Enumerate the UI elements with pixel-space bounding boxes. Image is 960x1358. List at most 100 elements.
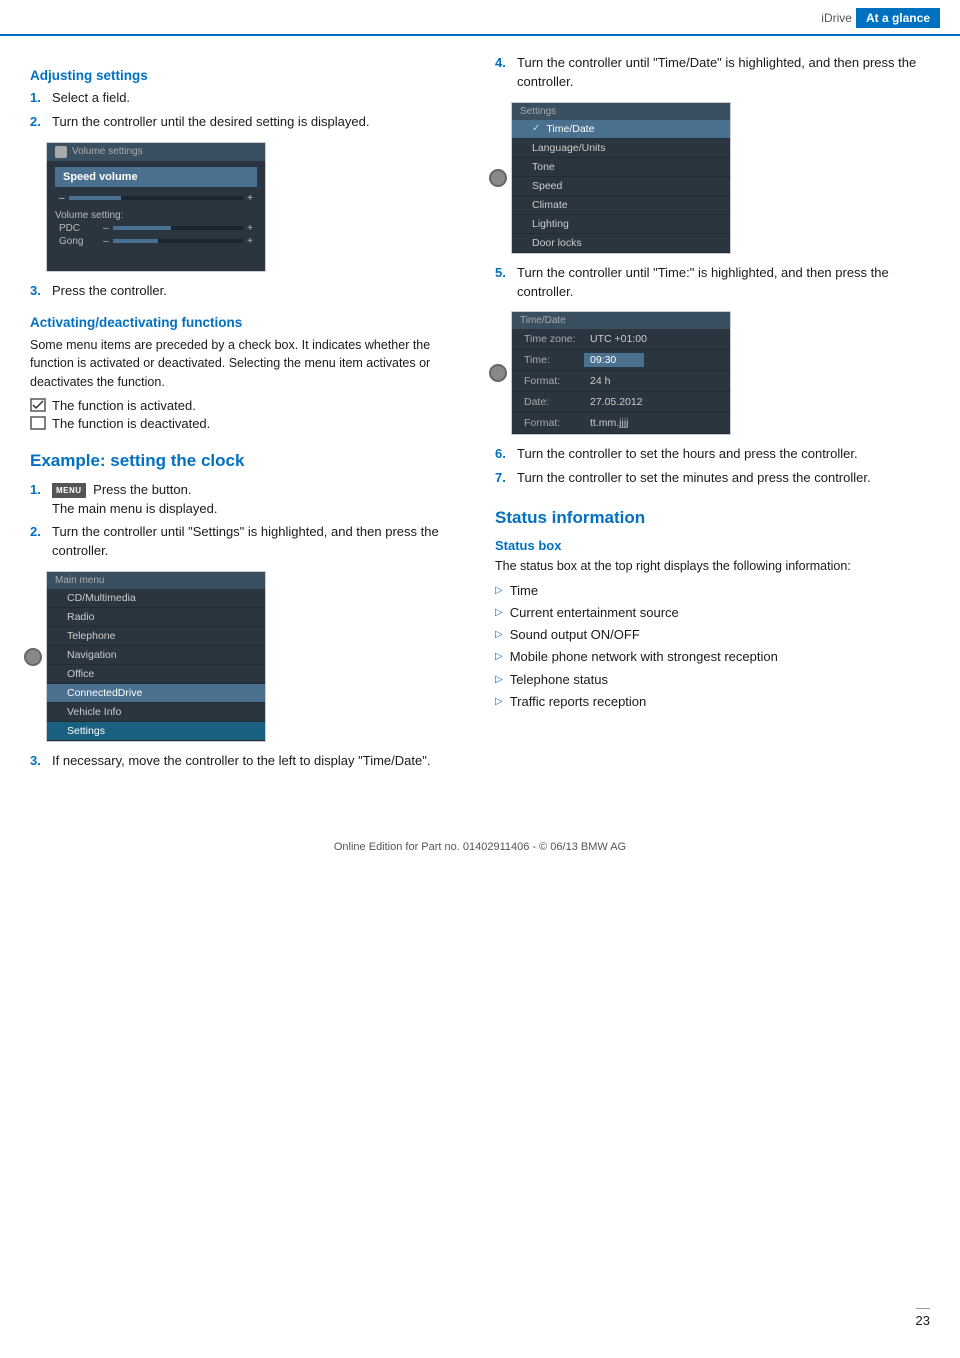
status-info-title: Status information: [495, 508, 930, 528]
status-item-4: ▷ Telephone status: [495, 671, 930, 689]
menu-item-3: Navigation: [47, 646, 265, 665]
status-info-section: Status information Status box The status…: [495, 508, 930, 711]
right-step-5-text: Turn the controller until "Time:" is hig…: [517, 264, 930, 302]
format2-value: tt.mm.jjjj: [584, 416, 644, 430]
vol-screen-wrapper: Volume settings Speed volume – + Volume …: [46, 142, 465, 272]
triangle-icon-4: ▷: [495, 673, 503, 687]
slider-plus: +: [247, 193, 253, 204]
example-step-3: 3. If necessary, move the controller to …: [30, 752, 465, 771]
step-2-num: 2.: [30, 113, 48, 132]
status-item-4-text: Telephone status: [510, 671, 608, 689]
settings-title: Settings: [520, 106, 556, 117]
slider-fill: [69, 196, 121, 200]
menu-item-6: Vehicle Info: [47, 703, 265, 722]
main-menu-screen-wrapper: Main menu CD/Multimedia Radio Telephone …: [46, 571, 465, 742]
gong-slider: [113, 239, 244, 243]
date-value: 27.05.2012: [584, 395, 649, 409]
status-item-2: ▷ Sound output ON/OFF: [495, 626, 930, 644]
right-step-4-text: Turn the controller until "Time/Date" is…: [517, 54, 930, 92]
time-value: 09:30: [584, 353, 644, 367]
right-step-7-text: Turn the controller to set the minutes a…: [517, 469, 930, 488]
right-step-5: 5. Turn the controller until "Time:" is …: [495, 264, 930, 302]
status-item-3: ▷ Mobile phone network with strongest re…: [495, 648, 930, 666]
example-step-2: 2. Turn the controller until "Settings" …: [30, 523, 465, 561]
vol-screen-title: Volume settings: [72, 146, 143, 157]
menu-item-4: Office: [47, 665, 265, 684]
status-items-list: ▷ Time ▷ Current entertainment source ▷ …: [495, 582, 930, 711]
right-step-5-num: 5.: [495, 264, 513, 302]
right-step-4-num: 4.: [495, 54, 513, 92]
status-item-3-text: Mobile phone network with strongest rece…: [510, 648, 778, 666]
timezone-label: Time zone:: [524, 333, 584, 345]
right-steps-list-3: 6. Turn the controller to set the hours …: [495, 445, 930, 488]
pdc-minus: –: [103, 223, 109, 234]
timedate-controller-knob: [489, 364, 507, 382]
triangle-icon-3: ▷: [495, 650, 503, 664]
check-activated-text: The function is activated.: [52, 398, 196, 413]
example-step-2-num: 2.: [30, 523, 48, 561]
example-step-1: 1. MENU Press the button.The main menu i…: [30, 481, 465, 519]
settings-timedate-label: Time/Date: [546, 123, 594, 135]
speed-slider-row: – +: [47, 191, 265, 206]
header-bar: iDrive At a glance: [0, 0, 960, 36]
example-title: Example: setting the clock: [30, 451, 465, 471]
right-step-6: 6. Turn the controller to set the hours …: [495, 445, 930, 464]
main-menu-title: Main menu: [55, 575, 104, 586]
pdc-row: PDC – +: [47, 222, 265, 235]
check-mark-icon: ✓: [532, 123, 540, 134]
header-idrive-label: iDrive: [821, 11, 852, 25]
adjusting-settings-section: Adjusting settings 1. Select a field. 2.…: [30, 68, 465, 301]
timedate-row-date: Date: 27.05.2012: [512, 392, 730, 413]
triangle-icon-1: ▷: [495, 606, 503, 620]
status-item-1-text: Current entertainment source: [510, 604, 679, 622]
format1-label: Format:: [524, 375, 584, 387]
activating-title: Activating/deactivating functions: [30, 315, 465, 330]
check-activated-icon: [30, 398, 46, 412]
timezone-value: UTC +01:00: [584, 332, 653, 346]
step-3: 3. Press the controller.: [30, 282, 465, 301]
right-step-7-num: 7.: [495, 469, 513, 488]
status-box-title: Status box: [495, 538, 930, 553]
example-step-3-num: 3.: [30, 752, 48, 771]
menu-item-0: CD/Multimedia: [47, 589, 265, 608]
example-section: Example: setting the clock 1. MENU Press…: [30, 451, 465, 771]
settings-item-speed: Speed: [512, 177, 730, 196]
check-deactivated-text: The function is deactivated.: [52, 416, 210, 431]
main-menu-screen: Main menu CD/Multimedia Radio Telephone …: [46, 571, 266, 742]
pdc-slider: [113, 226, 244, 230]
right-step-4: 4. Turn the controller until "Time/Date"…: [495, 54, 930, 92]
main-menu-header: Main menu: [47, 572, 265, 589]
right-step-6-text: Turn the controller to set the hours and…: [517, 445, 930, 464]
slider-minus: –: [59, 193, 65, 204]
footer-text: Online Edition for Part no. 01402911406 …: [334, 841, 626, 853]
right-steps-list-2: 5. Turn the controller until "Time:" is …: [495, 264, 930, 302]
step-1-num: 1.: [30, 89, 48, 108]
right-step-6-num: 6.: [495, 445, 513, 464]
main-content: Adjusting settings 1. Select a field. 2.…: [0, 36, 960, 811]
footer: Online Edition for Part no. 01402911406 …: [0, 831, 960, 863]
settings-controller-knob: [489, 169, 507, 187]
timedate-row-format1: Format: 24 h: [512, 371, 730, 392]
timedate-row-timezone: Time zone: UTC +01:00: [512, 329, 730, 350]
settings-item-timedate: ✓ Time/Date: [512, 120, 730, 139]
timedate-title: Time/Date: [520, 315, 566, 326]
adjusting-settings-title: Adjusting settings: [30, 68, 465, 83]
gong-plus: +: [247, 236, 253, 247]
settings-item-lighting: Lighting: [512, 215, 730, 234]
right-steps-list: 4. Turn the controller until "Time/Date"…: [495, 54, 930, 92]
date-label: Date:: [524, 396, 584, 408]
settings-item-tone: Tone: [512, 158, 730, 177]
right-step-7: 7. Turn the controller to set the minute…: [495, 469, 930, 488]
status-item-0-text: Time: [510, 582, 538, 600]
example-step-1-num: 1.: [30, 481, 48, 519]
status-item-1: ▷ Current entertainment source: [495, 604, 930, 622]
settings-screen: Settings ✓ Time/Date Language/Units Tone…: [511, 102, 731, 254]
header-ataglance-label: At a glance: [856, 8, 940, 28]
controller-knob: [24, 648, 42, 666]
menu-button-icon: MENU: [52, 483, 86, 499]
gong-minus: –: [103, 236, 109, 247]
menu-item-5: ConnectedDrive: [47, 684, 265, 703]
check-deactivated-icon: [30, 416, 46, 430]
volume-settings-screen: Volume settings Speed volume – + Volume …: [46, 142, 266, 272]
check-deactivated-item: The function is deactivated.: [30, 416, 465, 431]
